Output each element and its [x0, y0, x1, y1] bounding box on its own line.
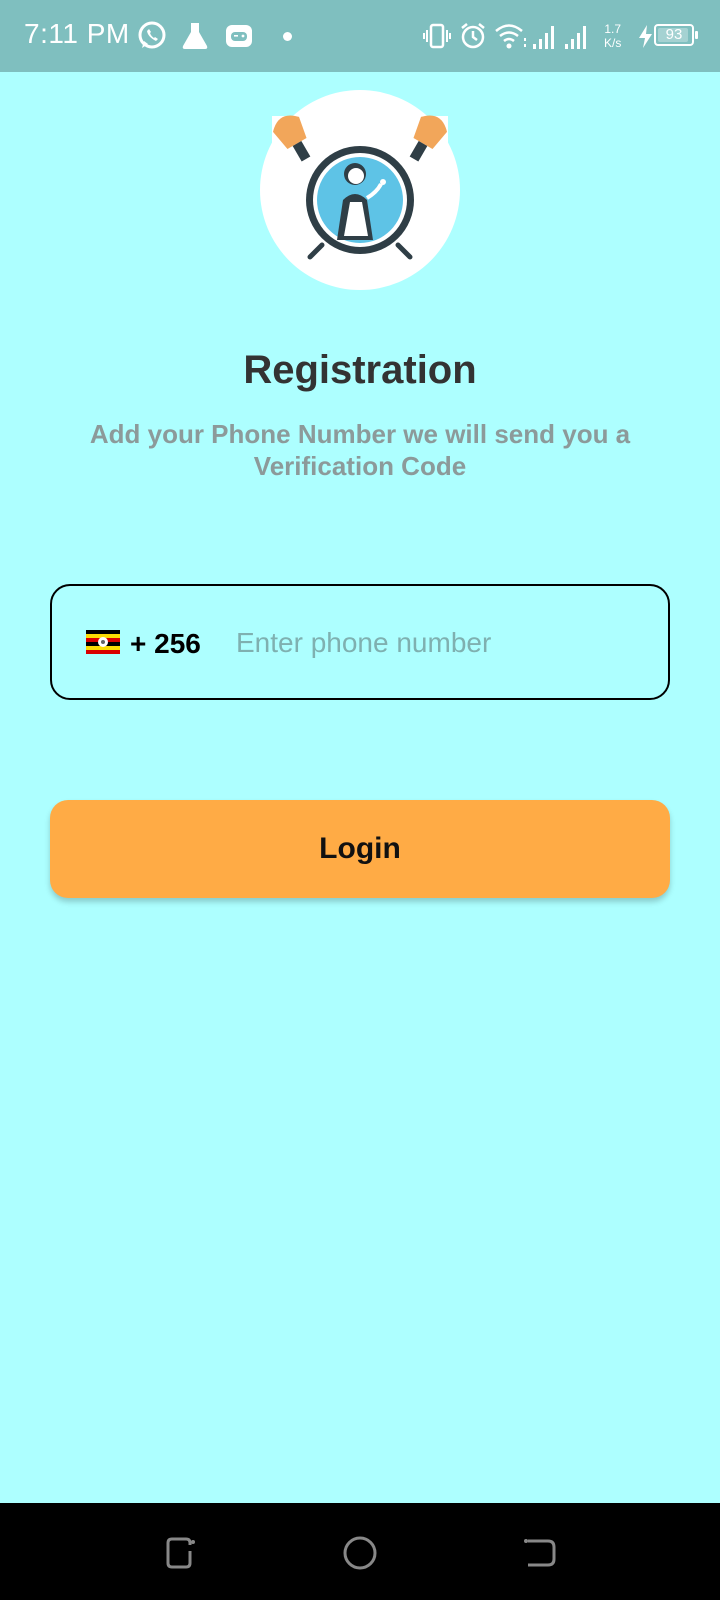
status-time: 7:11 PM: [24, 18, 130, 49]
app-logo: [260, 90, 460, 290]
phone-number-input[interactable]: [234, 616, 648, 670]
signal-icon: [533, 26, 554, 49]
maid-cleaning-logo: [272, 115, 448, 260]
system-nav-bar: [0, 1503, 720, 1600]
recents-icon[interactable]: [160, 1533, 200, 1573]
status-bar: 7:11 PM 1.7 K/s 93: [0, 0, 720, 72]
home-icon[interactable]: [340, 1533, 380, 1573]
whatsapp-icon: [138, 21, 166, 49]
uganda-flag[interactable]: [86, 630, 120, 654]
game-controller-icon: [226, 25, 252, 47]
page-title: Registration: [243, 348, 477, 392]
signal-icon-2: [565, 26, 586, 49]
network-speed-unit: K/s: [604, 36, 622, 50]
charging-icon: [639, 25, 652, 48]
notification-dot-icon: [283, 32, 292, 41]
country-dial-code[interactable]: + 256: [130, 628, 201, 660]
page-subtitle: Add your Phone Number we will send you a…: [89, 419, 631, 481]
battery-level: 93: [665, 26, 683, 43]
back-icon[interactable]: [520, 1533, 560, 1573]
wifi-icon: [495, 24, 526, 49]
battery-icon: 93: [654, 24, 698, 46]
phone-number-field[interactable]: + 256: [50, 584, 670, 700]
vibrate-icon: [423, 23, 451, 49]
login-button[interactable]: Login: [50, 800, 670, 898]
network-speed-value: 1.7: [604, 22, 622, 36]
network-speed: 1.7 K/s: [604, 22, 621, 50]
alarm-icon: [461, 23, 485, 49]
lab-flask-icon: [182, 23, 208, 49]
